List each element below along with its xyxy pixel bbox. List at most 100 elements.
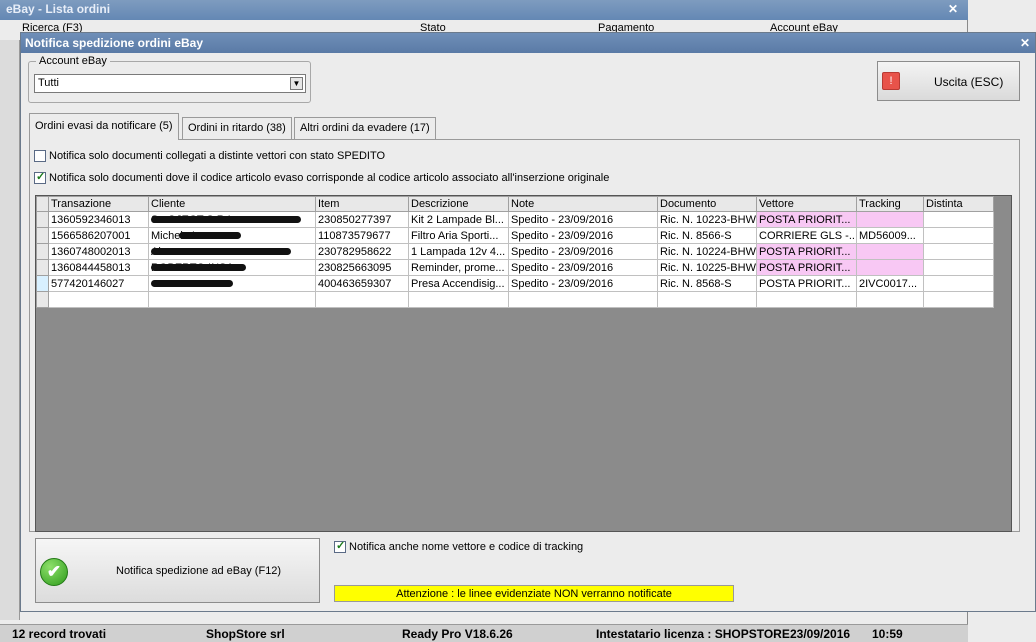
cell-cliente: Al... xyxy=(148,243,316,260)
notify-shipping-dialog: Notifica spedizione ordini eBay ✕ Accoun… xyxy=(20,32,1036,612)
status-company: ShopStore srl xyxy=(206,627,285,641)
cell-distinta xyxy=(923,227,994,244)
cell-descrizione: Kit 2 Lampade Bl... xyxy=(408,211,509,228)
column-header-item[interactable]: Item xyxy=(315,196,409,212)
dialog-title: Notifica spedizione ordini eBay xyxy=(25,36,204,50)
cell-documento: Ric. N. 10225-BHW xyxy=(657,259,757,276)
cell-tracking xyxy=(856,243,924,260)
cell-transazione: 1360748002013 xyxy=(48,243,149,260)
cell-vettore: POSTA PRIORIT... xyxy=(756,259,857,276)
cell-distinta xyxy=(923,243,994,260)
redaction-mark xyxy=(151,280,233,287)
tab-label: Ordini in ritardo (38) xyxy=(188,122,286,134)
status-version: Ready Pro V18.6.26 xyxy=(402,627,513,641)
row-indicator[interactable] xyxy=(36,259,49,276)
cell-item: 400463659307 xyxy=(315,275,409,292)
dialog-close-icon[interactable]: ✕ xyxy=(1019,37,1031,49)
cell-vettore: CORRIERE GLS -... xyxy=(756,227,857,244)
tab-label: Ordini evasi da notificare (5) xyxy=(35,120,173,132)
cell-item: 230782958622 xyxy=(315,243,409,260)
orders-grid: Transazione Cliente Item Descrizione Not… xyxy=(35,195,1012,532)
cell-vettore: POSTA PRIORIT... xyxy=(756,243,857,260)
background-title: eBay - Lista ordini xyxy=(6,2,111,16)
column-header-documento[interactable]: Documento xyxy=(657,196,757,212)
check-circle-icon: ✔ xyxy=(40,558,68,586)
tab-altri-da-evadere[interactable]: Altri ordini da evadere (17) xyxy=(294,117,436,139)
row-indicator[interactable] xyxy=(36,227,49,244)
cell-transazione: 1360844458013 xyxy=(48,259,149,276)
cell-descrizione: Filtro Aria Sporti... xyxy=(408,227,509,244)
table-row[interactable]: 1360844458013ROBERTO INSA...230825663095… xyxy=(36,259,994,276)
status-records: 12 record trovati xyxy=(12,627,107,641)
warning-text: Attenzione : le linee evidenziate NON ve… xyxy=(396,588,672,600)
cell-tracking xyxy=(856,211,924,228)
cell-distinta xyxy=(923,259,994,276)
table-row[interactable]: 1360592346013S...OJECT S.R.L.23085027739… xyxy=(36,211,994,228)
table-row[interactable]: 1566586207001Michele La...110873579677Fi… xyxy=(36,227,994,244)
row-indicator[interactable] xyxy=(36,243,49,260)
column-header-transazione[interactable]: Transazione xyxy=(48,196,149,212)
checkbox[interactable] xyxy=(34,170,46,185)
row-indicator[interactable] xyxy=(36,275,49,292)
checkbox[interactable] xyxy=(34,150,46,163)
cell-note: Spedito - 23/09/2016 xyxy=(508,275,658,292)
table-row[interactable]: 1360748002013Al...2307829586221 Lampada … xyxy=(36,243,994,260)
column-header-descrizione[interactable]: Descrizione xyxy=(408,196,509,212)
option-label: Notifica solo documenti collegati a dist… xyxy=(49,150,386,162)
status-license: Intestatario licenza : SHOPSTORE xyxy=(596,627,790,641)
cell-item: 230825663095 xyxy=(315,259,409,276)
cell-descrizione: Presa Accendisig... xyxy=(408,275,509,292)
cell-cliente xyxy=(148,275,316,292)
cell-empty xyxy=(756,291,857,308)
option-only-spedito[interactable]: Notifica solo documenti collegati a dist… xyxy=(34,150,386,163)
option-notify-tracking[interactable]: Notifica anche nome vettore e codice di … xyxy=(334,539,583,554)
redaction-mark xyxy=(151,216,301,223)
cell-note: Spedito - 23/09/2016 xyxy=(508,259,658,276)
cell-transazione: 577420146027 xyxy=(48,275,149,292)
cell-documento: Ric. N. 8568-S xyxy=(657,275,757,292)
background-statusbar: 12 record trovati ShopStore srl Ready Pr… xyxy=(0,624,968,642)
tab-in-ritardo[interactable]: Ordini in ritardo (38) xyxy=(182,117,292,139)
background-close-icon[interactable]: ✕ xyxy=(948,2,958,16)
header-indicator xyxy=(36,196,49,212)
account-select[interactable]: Tutti ▼ xyxy=(34,74,306,93)
tab-evasi-da-notificare[interactable]: Ordini evasi da notificare (5) xyxy=(29,113,179,140)
cell-transazione: 1360592346013 xyxy=(48,211,149,228)
column-header-cliente[interactable]: Cliente xyxy=(148,196,316,212)
redaction-mark xyxy=(151,264,246,271)
tab-label: Altri ordini da evadere (17) xyxy=(300,122,430,134)
cell-empty xyxy=(856,291,924,308)
exit-button[interactable]: ! Uscita (ESC) xyxy=(877,61,1020,101)
redaction-mark xyxy=(151,248,291,255)
status-time: 10:59 xyxy=(872,627,903,641)
cell-documento: Ric. N. 10223-BHW xyxy=(657,211,757,228)
cell-item: 230850277397 xyxy=(315,211,409,228)
column-header-note[interactable]: Note xyxy=(508,196,658,212)
account-legend: Account eBay xyxy=(36,55,110,67)
table-row[interactable]: 577420146027 400463659307 Presa Accendisig… xyxy=(36,275,994,292)
cell-tracking: MD56009... xyxy=(856,227,924,244)
column-header-tracking[interactable]: Tracking xyxy=(856,196,924,212)
cell-documento: Ric. N. 10224-BHW xyxy=(657,243,757,260)
account-select-value: Tutti xyxy=(38,77,59,89)
cell-empty xyxy=(48,291,149,308)
cell-cliente: ROBERTO INSA... xyxy=(148,259,316,276)
cell-empty xyxy=(408,291,509,308)
row-indicator[interactable] xyxy=(36,211,49,228)
column-header-distinta[interactable]: Distinta xyxy=(923,196,994,212)
background-left-panel xyxy=(0,40,20,620)
option-only-matching-code[interactable]: Notifica solo documenti dove il codice a… xyxy=(34,170,609,185)
cell-item: 110873579677 xyxy=(315,227,409,244)
account-group: Account eBay Tutti ▼ xyxy=(28,55,311,103)
cell-note: Spedito - 23/09/2016 xyxy=(508,243,658,260)
dialog-titlebar: Notifica spedizione ordini eBay ✕ xyxy=(21,33,1035,53)
checkbox[interactable] xyxy=(334,539,346,554)
column-header-vettore[interactable]: Vettore xyxy=(756,196,857,212)
cell-cliente: S...OJECT S.R.L. xyxy=(148,211,316,228)
chevron-down-icon[interactable]: ▼ xyxy=(290,77,303,90)
cell-note: Spedito - 23/09/2016 xyxy=(508,211,658,228)
cell-vettore: POSTA PRIORIT... xyxy=(756,211,857,228)
cell-distinta xyxy=(923,275,994,292)
notify-ebay-button[interactable]: ✔ Notifica spedizione ad eBay (F12) xyxy=(35,538,320,603)
background-titlebar: eBay - Lista ordini ✕ xyxy=(0,0,968,20)
